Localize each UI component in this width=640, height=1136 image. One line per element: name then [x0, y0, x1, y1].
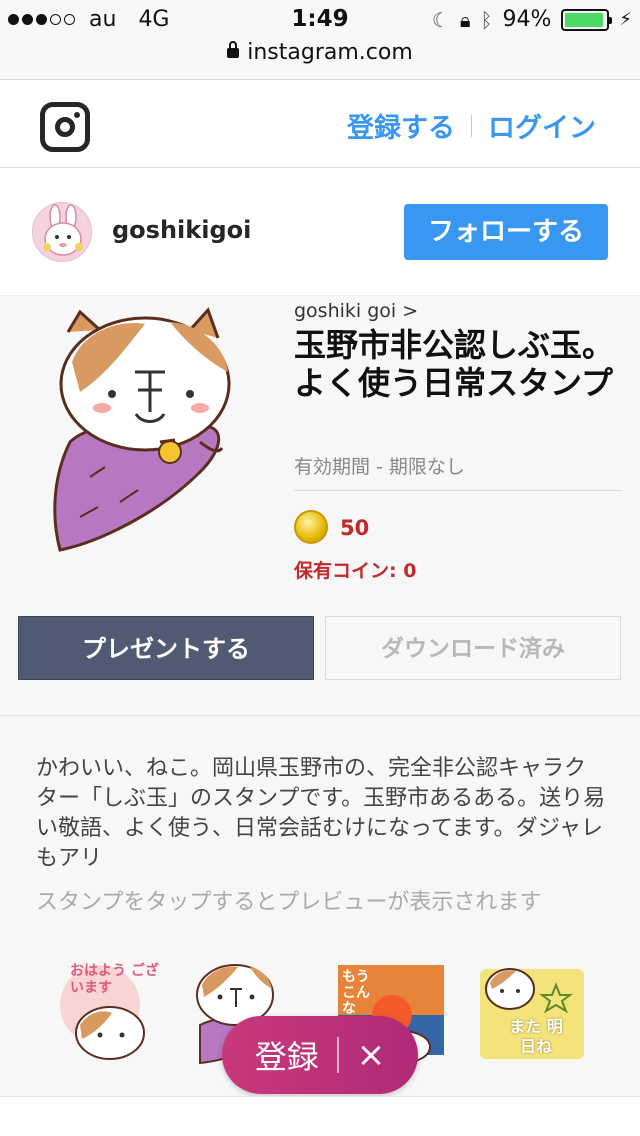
- sticker-product: goshiki goi > 玉野市非公認しぶ玉。よく使う日常スタンプ 有効期間 …: [0, 296, 640, 716]
- sticker-thumbnail[interactable]: また 明日ね: [476, 955, 596, 1065]
- owned-coins: 保有コイン: 0: [294, 560, 417, 582]
- login-link[interactable]: ログイン: [488, 106, 596, 145]
- divider: [471, 114, 472, 137]
- download-button[interactable]: ダウンロード済み: [325, 616, 621, 680]
- register-button[interactable]: 登録: [255, 1032, 319, 1078]
- avatar[interactable]: [32, 202, 92, 262]
- author-link[interactable]: goshiki goi >: [294, 300, 418, 322]
- divider: [294, 490, 622, 491]
- profile-row: goshikigoi フォローする: [0, 168, 640, 296]
- sticker-caption: もう こんな: [342, 969, 370, 1017]
- validity-text: 有効期間 - 期限なし: [294, 456, 465, 478]
- rotation-lock-icon: 🔒︎: [459, 7, 471, 32]
- url-domain: instagram.com: [247, 40, 413, 65]
- status-bar: au 4G 1:49 ☾ 🔒︎ ᛒ 94% ⚡︎: [0, 0, 640, 40]
- main-sticker-image: [53, 307, 231, 552]
- bluetooth-icon: ᛒ: [480, 7, 493, 32]
- follow-button[interactable]: フォローする: [404, 204, 608, 260]
- auth-links: 登録する ログイン: [347, 106, 596, 145]
- coin-icon: [294, 510, 328, 544]
- product-title: 玉野市非公認しぶ玉。よく使う日常スタンプ: [294, 326, 615, 402]
- status-right: ☾ 🔒︎ ᛒ 94% ⚡︎: [432, 7, 632, 32]
- floating-register-bar: 登録 ×: [222, 1016, 418, 1094]
- close-icon[interactable]: ×: [357, 1035, 386, 1075]
- price-value: 50: [340, 516, 370, 540]
- divider: [336, 1037, 339, 1073]
- moon-icon: ☾: [431, 7, 450, 32]
- sticker-caption: おはよう ございます: [70, 963, 159, 996]
- site-header: 登録する ログイン: [0, 80, 640, 168]
- battery-percent: 94%: [502, 7, 552, 32]
- charging-icon: ⚡︎: [619, 9, 632, 30]
- present-button[interactable]: プレゼントする: [18, 616, 314, 680]
- profile-username[interactable]: goshikigoi: [112, 216, 251, 244]
- sticker-thumbnail[interactable]: おはよう ございます: [50, 955, 170, 1065]
- signup-link[interactable]: 登録する: [347, 106, 455, 145]
- battery-icon: [561, 8, 613, 31]
- instagram-logo-icon[interactable]: [40, 102, 90, 152]
- url-bar[interactable]: instagram.com: [0, 40, 640, 80]
- lock-icon: [227, 41, 240, 58]
- preview-hint: スタンプをタップするとプレビューが表示されます: [36, 890, 542, 915]
- footer-area: [0, 1096, 640, 1136]
- sticker-caption: また 明日ね: [509, 1017, 563, 1056]
- product-description: かわいい、ねこ。岡山県玉野市の、完全非公認キャラクター「しぶ玉」のスタンプです。…: [36, 756, 606, 871]
